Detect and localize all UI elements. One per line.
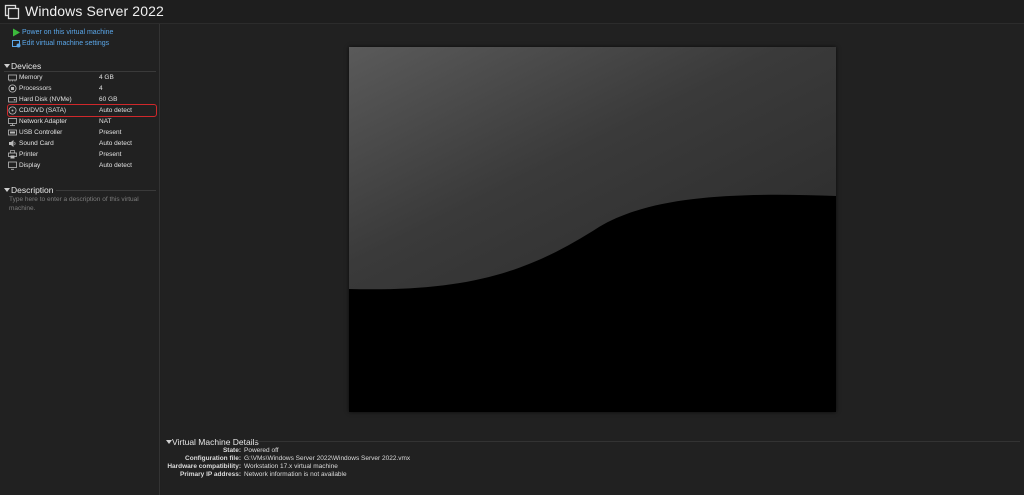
display-icon — [8, 161, 17, 170]
device-value: NAT — [99, 118, 112, 125]
printer-icon — [8, 150, 17, 159]
detail-row-state: State: Powered off — [161, 447, 761, 455]
sound-card-icon — [9, 140, 16, 147]
detail-value: Powered off — [244, 447, 279, 454]
device-value: 4 — [99, 85, 103, 92]
vm-details-divider — [255, 441, 1020, 442]
device-value: Auto detect — [99, 140, 132, 147]
description-divider — [56, 190, 156, 191]
device-name: Processors — [19, 85, 52, 92]
memory-icon — [8, 74, 17, 82]
device-row-hard-disk[interactable]: Hard Disk (NVMe) 60 GB — [8, 94, 156, 105]
cd-dvd-icon — [8, 106, 17, 115]
detail-row-hardware-compat: Hardware compatibility: Workstation 17.x… — [161, 463, 761, 471]
edit-settings-label: Edit virtual machine settings — [22, 40, 110, 47]
power-on-label: Power on this virtual machine — [22, 29, 114, 36]
device-value: Auto detect — [99, 107, 132, 114]
device-row-network-adapter[interactable]: Network Adapter NAT — [8, 116, 156, 127]
vm-screen-graphic — [349, 47, 836, 412]
processor-icon — [8, 84, 17, 93]
main-area: Virtual Machine Details State: Powered o… — [161, 24, 1024, 495]
detail-value: Workstation 17.x virtual machine — [244, 463, 338, 470]
device-value: Auto detect — [99, 162, 132, 169]
device-value: 4 GB — [99, 74, 114, 81]
hard-disk-icon — [8, 97, 17, 103]
title-bar: Windows Server 2022 — [0, 0, 1024, 24]
detail-key: State: — [222, 447, 241, 454]
description-input[interactable]: Type here to enter a description of this… — [9, 196, 149, 213]
detail-key: Primary IP address: — [180, 471, 241, 478]
detail-row-primary-ip: Primary IP address: Network information … — [161, 471, 761, 479]
device-row-memory[interactable]: Memory 4 GB — [8, 72, 156, 83]
device-value: 60 GB — [99, 96, 118, 103]
device-row-sound-card[interactable]: Sound Card Auto detect — [8, 138, 156, 149]
device-row-processors[interactable]: Processors 4 — [8, 83, 156, 94]
device-row-usb-controller[interactable]: USB Controller Present — [8, 127, 156, 138]
device-row-display[interactable]: Display Auto detect — [8, 160, 156, 171]
device-row-printer[interactable]: Printer Present — [8, 149, 156, 160]
device-name: Display — [19, 162, 41, 169]
vm-title: Windows Server 2022 — [25, 3, 164, 19]
device-name: Printer — [19, 151, 39, 158]
detail-key: Hardware compatibility: — [167, 463, 241, 470]
device-name: USB Controller — [19, 129, 63, 136]
usb-controller-icon — [8, 129, 17, 136]
left-panel: Power on this virtual machine Edit virtu… — [0, 24, 160, 495]
detail-key: Configuration file: — [185, 455, 241, 462]
device-value: Present — [99, 129, 122, 136]
edit-settings-link[interactable]: Edit virtual machine settings — [12, 38, 122, 49]
power-on-link[interactable]: Power on this virtual machine — [12, 27, 122, 38]
device-name: CD/DVD (SATA) — [19, 107, 67, 114]
vm-screen-preview[interactable] — [349, 47, 836, 412]
collapse-arrow-icon — [4, 64, 10, 68]
device-name: Sound Card — [19, 140, 54, 147]
detail-value: Network information is not available — [244, 471, 347, 478]
device-name: Network Adapter — [19, 118, 68, 125]
network-adapter-icon — [8, 118, 17, 126]
collapse-arrow-icon — [4, 188, 10, 192]
description-header-label: Description — [11, 185, 54, 195]
device-name: Hard Disk (NVMe) — [19, 96, 72, 103]
device-name: Memory — [19, 74, 43, 81]
device-row-cd-dvd[interactable]: CD/DVD (SATA) Auto detect — [7, 104, 157, 117]
detail-value: G:\VMs\Windows Server 2022\Windows Serve… — [244, 455, 411, 462]
settings-icon — [12, 40, 21, 48]
play-icon — [13, 28, 20, 37]
device-value: Present — [99, 151, 122, 158]
detail-row-config-file: Configuration file: G:\VMs\Windows Serve… — [161, 455, 761, 463]
vm-tab-icon — [4, 4, 20, 20]
